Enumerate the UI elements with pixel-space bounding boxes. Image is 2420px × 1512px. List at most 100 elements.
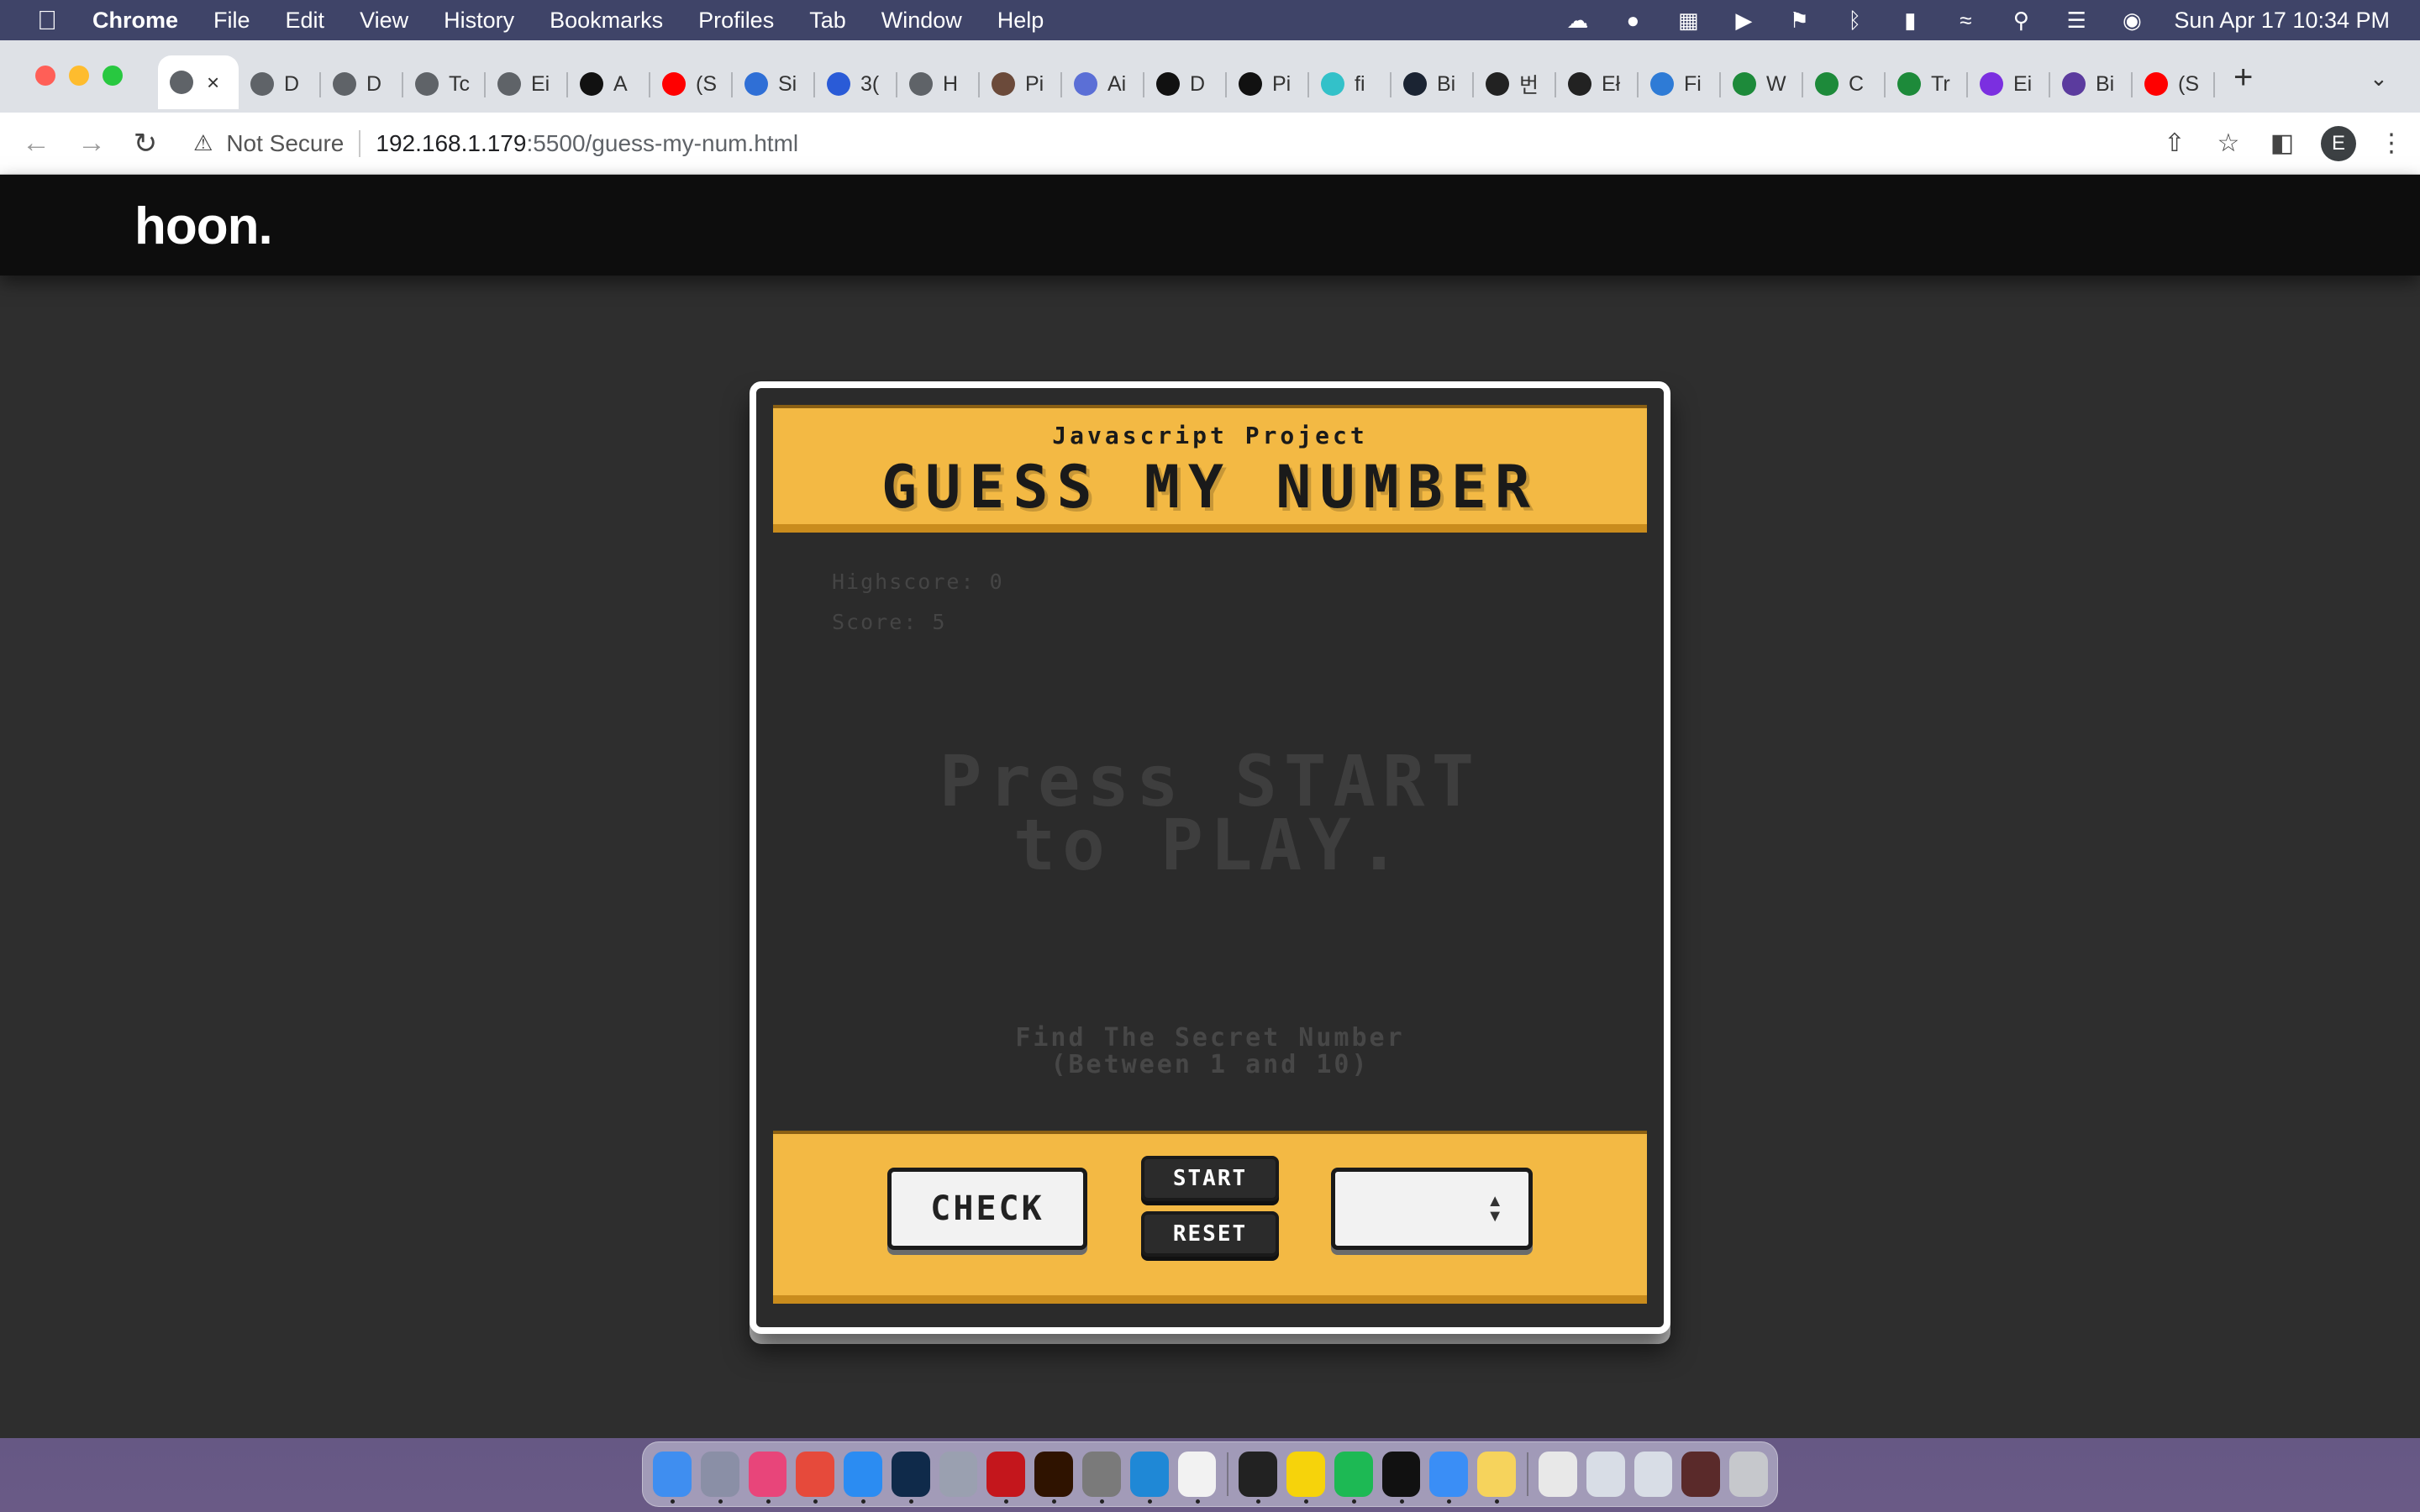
dock-kakaotalk-icon[interactable] <box>1286 1452 1325 1504</box>
tab[interactable]: 번 <box>1474 59 1556 109</box>
tab[interactable]: Tc <box>403 59 486 109</box>
address-bar[interactable]: ⚠ Not Secure 192.168.1.179:5500/guess-my… <box>182 119 2139 167</box>
menu-file[interactable]: File <box>213 8 250 34</box>
dock-help-icon[interactable] <box>939 1452 978 1497</box>
tab[interactable]: Ei <box>1968 59 2050 109</box>
dock-file-1-icon[interactable] <box>1539 1452 1577 1497</box>
tab[interactable]: fi <box>1309 59 1392 109</box>
dock-video-icon[interactable] <box>1681 1452 1721 1497</box>
dock-acrobat-icon[interactable] <box>986 1452 1026 1504</box>
dock-iterm-icon[interactable] <box>1381 1452 1421 1504</box>
url-path[interactable]: :5500/guess-my-num.html <box>526 130 798 157</box>
side-panel-icon[interactable]: ◧ <box>2264 125 2301 162</box>
tab[interactable]: 3( <box>815 59 897 109</box>
tab[interactable]: Bi <box>2050 59 2133 109</box>
tab[interactable]: Bi <box>1392 59 1474 109</box>
control-center-icon[interactable]: ☰ <box>2060 8 2093 33</box>
forward-arrow-icon[interactable]: → <box>74 126 109 161</box>
b-circle-icon <box>1403 72 1427 96</box>
bowler-hat-icon[interactable]: ● <box>1616 8 1649 33</box>
tab[interactable]: Ai <box>1062 59 1144 109</box>
tab[interactable]: H <box>897 59 980 109</box>
tab-label: H <box>943 71 959 96</box>
menu-profiles[interactable]: Profiles <box>698 8 774 34</box>
dock-notes-icon[interactable] <box>1477 1452 1517 1504</box>
menu-help[interactable]: Help <box>997 8 1044 34</box>
dock-vscode-icon[interactable] <box>1129 1452 1169 1504</box>
dock-calendar-icon[interactable] <box>1177 1452 1217 1504</box>
play-circle-icon[interactable]: ▶ <box>1727 8 1760 33</box>
menu-history[interactable]: History <box>444 8 514 34</box>
share-icon[interactable]: ⇧ <box>2156 125 2193 162</box>
tab[interactable]: D <box>239 59 321 109</box>
tab[interactable]: C <box>1803 59 1886 109</box>
dock-creative-cloud-icon[interactable] <box>748 1452 787 1504</box>
wix-icon <box>1568 72 1591 96</box>
tab[interactable]: Eł <box>1556 59 1639 109</box>
apple-icon[interactable]:  <box>30 5 64 36</box>
menu-window[interactable]: Window <box>881 8 962 34</box>
tab-active[interactable]: × <box>158 55 239 109</box>
zoom-window-button[interactable] <box>103 66 123 86</box>
dock-file-3-icon[interactable] <box>1634 1452 1673 1497</box>
number-select[interactable]: ▲ ▼ <box>1331 1168 1533 1250</box>
menu-bookmarks[interactable]: Bookmarks <box>550 8 663 34</box>
reload-icon[interactable]: ↻ <box>128 126 163 161</box>
dock-file-2-icon[interactable] <box>1586 1452 1625 1497</box>
menu-edit[interactable]: Edit <box>286 8 325 34</box>
security-label[interactable]: Not Secure <box>226 130 344 157</box>
tab[interactable]: A <box>568 59 650 109</box>
wifi-icon[interactable]: ≈ <box>1949 8 1982 33</box>
reset-button[interactable]: RESET <box>1141 1211 1279 1257</box>
tab[interactable]: D <box>1144 59 1227 109</box>
close-window-button[interactable] <box>35 66 55 86</box>
tab[interactable]: D <box>321 59 403 109</box>
battery-icon[interactable]: ▮ <box>1893 8 1927 33</box>
menu-view[interactable]: View <box>360 8 408 34</box>
kebab-menu-icon[interactable]: ⋮ <box>2373 125 2410 162</box>
dock-app-store-icon[interactable] <box>844 1452 882 1504</box>
minimize-window-button[interactable] <box>69 66 89 86</box>
dock-system-preferences-icon[interactable] <box>1082 1452 1121 1504</box>
close-tab-icon[interactable]: × <box>207 70 219 96</box>
bootstrap-icon <box>2062 72 2086 96</box>
layout-grid-icon[interactable]: ▦ <box>1671 8 1705 33</box>
menu-clock[interactable]: Sun Apr 17 10:34 PM <box>2174 8 2390 34</box>
dock-launchpad-icon[interactable] <box>700 1452 739 1504</box>
us-flag-icon[interactable]: ⚑ <box>1782 8 1816 33</box>
tab-search-chevron-icon[interactable]: ⌄ <box>2370 66 2388 92</box>
bluetooth-icon[interactable]: ᛒ <box>1838 8 1871 33</box>
dock-terminal-icon[interactable] <box>1239 1452 1278 1504</box>
check-button[interactable]: CHECK <box>887 1168 1087 1250</box>
dock-spotify-icon[interactable] <box>1334 1452 1373 1504</box>
spotlight-search-icon[interactable]: ⚲ <box>2004 8 2038 33</box>
tab-label: 번 <box>1519 74 1539 97</box>
dock-mail-icon[interactable] <box>1429 1452 1469 1504</box>
dock-lightroom-icon[interactable] <box>891 1452 930 1504</box>
tab[interactable]: Si <box>733 59 815 109</box>
tab[interactable]: Tr <box>1886 59 1968 109</box>
tab[interactable]: (S <box>2133 59 2215 109</box>
dock-finder-icon[interactable] <box>653 1452 692 1504</box>
back-arrow-icon[interactable]: ← <box>18 126 54 161</box>
tab[interactable]: Pi <box>980 59 1062 109</box>
site-logo[interactable]: hoon. <box>134 197 273 256</box>
start-button[interactable]: START <box>1141 1156 1279 1201</box>
warning-triangle-icon[interactable]: ⚠ <box>193 130 213 156</box>
creative-cloud-status-icon[interactable]: ☁ <box>1560 8 1594 33</box>
dock-trash-icon[interactable] <box>1729 1452 1768 1497</box>
menu-tab[interactable]: Tab <box>809 8 846 34</box>
url-host[interactable]: 192.168.1.179 <box>376 130 526 157</box>
profile-avatar[interactable]: E <box>2321 125 2356 161</box>
tab[interactable]: W <box>1721 59 1803 109</box>
new-tab-plus-icon[interactable]: + <box>2233 59 2253 97</box>
dock-chrome-icon[interactable] <box>796 1452 835 1504</box>
bookmark-star-icon[interactable]: ☆ <box>2210 125 2247 162</box>
siri-icon[interactable]: ◉ <box>2115 8 2149 33</box>
tab[interactable]: (S <box>650 59 733 109</box>
tab[interactable]: Fi <box>1639 59 1721 109</box>
tab[interactable]: Pi <box>1227 59 1309 109</box>
tab[interactable]: Ei <box>486 59 568 109</box>
dock-illustrator-icon[interactable] <box>1034 1452 1074 1504</box>
menu-app-name[interactable]: Chrome <box>92 8 178 34</box>
